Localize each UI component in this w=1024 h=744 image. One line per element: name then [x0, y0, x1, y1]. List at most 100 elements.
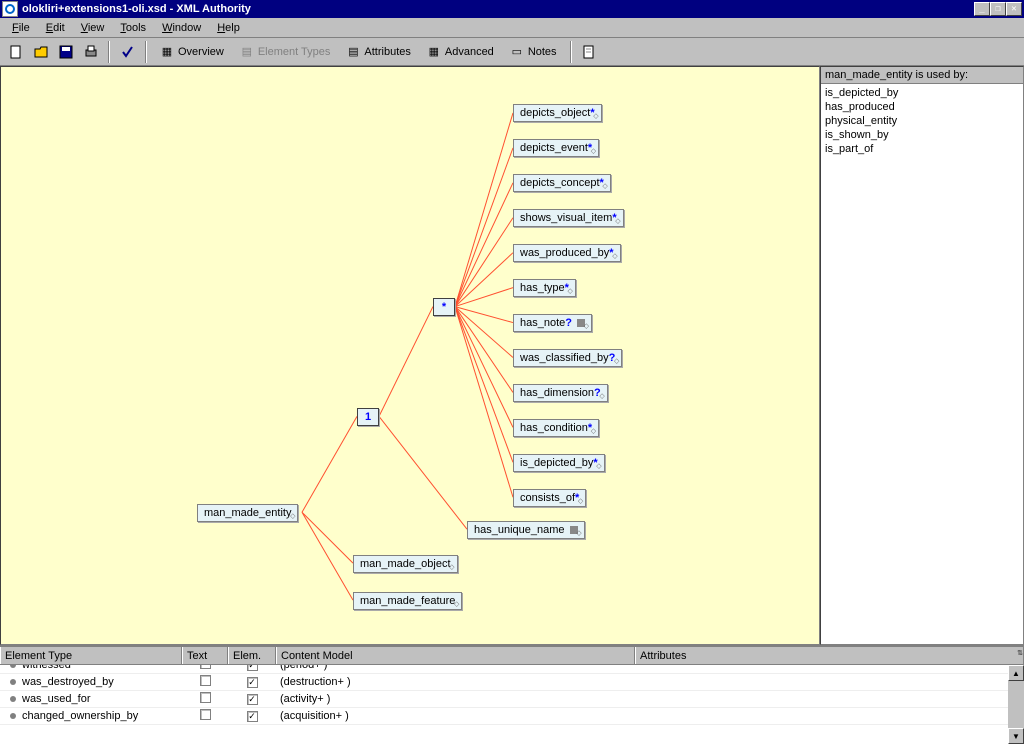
- row-content-model: (acquisition+ ): [280, 710, 349, 722]
- child-node-is_depicted_by[interactable]: is_depicted_by*◇: [513, 454, 605, 472]
- expand-icon: ◇: [290, 512, 295, 520]
- document-button[interactable]: [578, 41, 601, 63]
- expand-icon: ◇: [593, 112, 598, 120]
- scroll-down-button[interactable]: ▼: [1008, 728, 1024, 744]
- used-by-item[interactable]: is_part_of: [825, 142, 1019, 156]
- expand-icon: ◇: [591, 427, 596, 435]
- row-name: witnessed: [22, 665, 71, 671]
- elemtypes-icon: ▤: [240, 45, 254, 59]
- new-button[interactable]: [4, 41, 27, 63]
- col-element-type[interactable]: ⇅Element Type: [0, 647, 182, 664]
- col-content-model[interactable]: Content Model: [276, 647, 635, 664]
- expand-icon: ◇: [596, 462, 601, 470]
- tree-canvas[interactable]: man_made_entity◇ 1 * depicts_object*◇dep…: [0, 66, 820, 645]
- child-node-has_condition[interactable]: has_condition*◇: [513, 419, 599, 437]
- row-content-model: (activity+ ): [280, 693, 330, 705]
- open-button[interactable]: [29, 41, 52, 63]
- child-node-shows_visual_item[interactable]: shows_visual_item*◇: [513, 209, 624, 227]
- save-button[interactable]: [54, 41, 77, 63]
- expand-icon: ◇: [614, 357, 619, 365]
- element-types-tab[interactable]: ▤Element Types: [233, 41, 338, 63]
- menu-file[interactable]: File: [4, 20, 38, 36]
- root-node[interactable]: man_made_entity◇: [197, 504, 298, 522]
- row-content-model: (period+ ): [280, 665, 327, 671]
- minimize-button[interactable]: _: [974, 2, 990, 16]
- menu-tools[interactable]: Tools: [112, 20, 154, 36]
- text-checkbox[interactable]: [200, 692, 211, 703]
- row-name: was_used_for: [22, 693, 91, 705]
- overview-tab[interactable]: ▦Overview: [153, 41, 231, 63]
- row-bullet-icon: [10, 713, 16, 719]
- table-row[interactable]: changed_ownership_by(acquisition+ ): [0, 708, 1024, 725]
- col-attributes[interactable]: Attributes: [635, 647, 1024, 664]
- child-node-depicts_event[interactable]: depicts_event*◇: [513, 139, 599, 157]
- unique-name-node[interactable]: has_unique_name ◇: [467, 521, 585, 539]
- table-row[interactable]: was_used_for (activity+ ): [0, 691, 1024, 708]
- man-made-object-node[interactable]: man_made_object◇: [353, 555, 458, 573]
- used-by-list: is_depicted_byhas_producedphysical_entit…: [821, 84, 1023, 644]
- row-bullet-icon: [10, 696, 16, 702]
- child-node-has_type[interactable]: has_type*◇: [513, 279, 576, 297]
- attributes-icon: ▤: [346, 45, 360, 59]
- elem-checkbox[interactable]: [247, 694, 258, 705]
- row-content-model: (destruction+ ): [280, 676, 351, 688]
- child-node-has_note[interactable]: has_note? ◇: [513, 314, 592, 332]
- col-text[interactable]: ⇅Text: [182, 647, 228, 664]
- text-checkbox[interactable]: [200, 675, 211, 686]
- titlebar: olokliri+extensions1-oli.xsd - XML Autho…: [0, 0, 1024, 18]
- used-by-item[interactable]: is_shown_by: [825, 128, 1019, 142]
- choice-node[interactable]: *: [433, 298, 455, 316]
- menu-window[interactable]: Window: [154, 20, 209, 36]
- table-row[interactable]: was_destroyed_by (destruction+ ): [0, 674, 1024, 691]
- elem-checkbox[interactable]: [247, 665, 258, 671]
- elem-checkbox[interactable]: [247, 711, 258, 722]
- used-by-item[interactable]: has_produced: [825, 100, 1019, 114]
- col-elem[interactable]: ⇅Elem.: [228, 647, 276, 664]
- row-bullet-icon: [10, 665, 16, 668]
- advanced-icon: ▦: [427, 45, 441, 59]
- table-row[interactable]: witnessed (period+ ): [0, 665, 1024, 674]
- text-checkbox[interactable]: [200, 665, 211, 669]
- used-by-item[interactable]: physical_entity: [825, 114, 1019, 128]
- child-node-depicts_concept[interactable]: depicts_concept*◇: [513, 174, 611, 192]
- validate-button[interactable]: [116, 41, 139, 63]
- expand-icon: ◇: [615, 217, 620, 225]
- text-checkbox[interactable]: [200, 709, 211, 720]
- scroll-up-button[interactable]: ▲: [1008, 665, 1024, 681]
- expand-icon: ◇: [602, 182, 607, 190]
- menu-view[interactable]: View: [73, 20, 113, 36]
- expand-icon: ◇: [599, 392, 604, 400]
- child-node-consists_of[interactable]: consists_of*◇: [513, 489, 586, 507]
- advanced-tab[interactable]: ▦Advanced: [420, 41, 501, 63]
- expand-icon: ◇: [584, 322, 589, 330]
- child-node-was_classified_by[interactable]: was_classified_by?◇: [513, 349, 622, 367]
- child-node-depicts_object[interactable]: depicts_object*◇: [513, 104, 602, 122]
- elem-checkbox[interactable]: [247, 677, 258, 688]
- attributes-tab[interactable]: ▤Attributes: [339, 41, 417, 63]
- table-scrollbar[interactable]: ▲ ▼: [1008, 665, 1024, 744]
- sequence-node[interactable]: 1: [357, 408, 379, 426]
- notes-icon: ▭: [510, 45, 524, 59]
- menu-help[interactable]: Help: [209, 20, 248, 36]
- overview-icon: ▦: [160, 45, 174, 59]
- man-made-feature-node[interactable]: man_made_feature◇: [353, 592, 462, 610]
- child-node-was_produced_by[interactable]: was_produced_by*◇: [513, 244, 621, 262]
- app-icon: [2, 1, 18, 17]
- used-by-header: man_made_entity is used by:: [821, 67, 1023, 84]
- expand-icon: ◇: [612, 252, 617, 260]
- child-node-has_dimension[interactable]: has_dimension?◇: [513, 384, 608, 402]
- maximize-button[interactable]: ❐: [990, 2, 1006, 16]
- menu-edit[interactable]: Edit: [38, 20, 73, 36]
- toolbar: ▦Overview ▤Element Types ▤Attributes ▦Ad…: [0, 38, 1024, 66]
- expand-icon: ◇: [568, 287, 573, 295]
- print-button[interactable]: [79, 41, 102, 63]
- used-by-panel: man_made_entity is used by: is_depicted_…: [820, 66, 1024, 645]
- element-table: ⇅Element Type ⇅Text ⇅Elem. Content Model…: [0, 645, 1024, 744]
- row-name: was_destroyed_by: [22, 676, 114, 688]
- used-by-item[interactable]: is_depicted_by: [825, 86, 1019, 100]
- menubar: File Edit View Tools Window Help: [0, 18, 1024, 38]
- row-bullet-icon: [10, 679, 16, 685]
- notes-tab[interactable]: ▭Notes: [503, 41, 564, 63]
- close-button[interactable]: ✕: [1006, 2, 1022, 16]
- window-title: olokliri+extensions1-oli.xsd - XML Autho…: [22, 3, 974, 15]
